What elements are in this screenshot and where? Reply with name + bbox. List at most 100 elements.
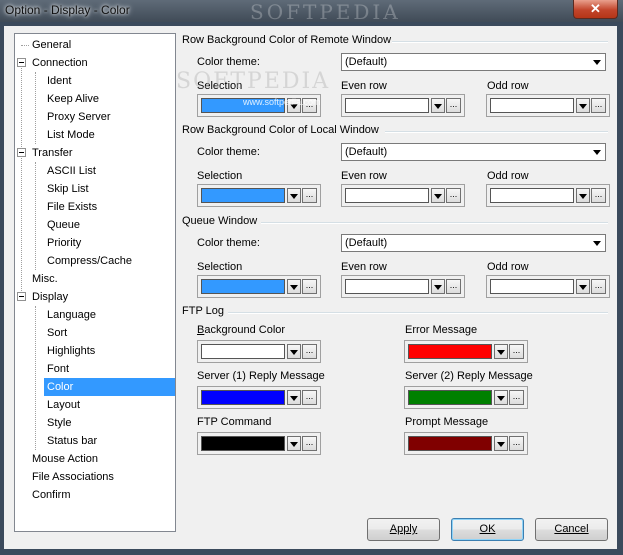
local-selection-color-picker[interactable]: ... xyxy=(197,184,321,207)
collapse-transfer-icon[interactable] xyxy=(17,148,26,157)
dropdown-arrow-icon[interactable] xyxy=(287,188,301,203)
server2-reply-color-picker[interactable]: ... xyxy=(404,386,528,409)
color-swatch[interactable] xyxy=(201,436,285,451)
tree-item-font[interactable]: Font xyxy=(44,360,72,378)
local-theme-select[interactable]: (Default) xyxy=(341,143,606,161)
tree-item-label: Language xyxy=(47,309,96,321)
title-bar[interactable]: Option - Display - Color SOFTPEDIA ✕ xyxy=(0,0,623,24)
tree-item-general[interactable]: General xyxy=(29,36,74,54)
dropdown-arrow-icon[interactable] xyxy=(287,279,301,294)
queue-odd-color-picker[interactable]: ... xyxy=(486,275,610,298)
tree-item-display[interactable]: Display xyxy=(29,288,71,306)
close-button[interactable]: ✕ xyxy=(573,0,618,19)
tree-item-color[interactable]: Color xyxy=(44,378,175,396)
tree-item-file-exists[interactable]: File Exists xyxy=(44,198,100,216)
dropdown-arrow-icon[interactable] xyxy=(494,344,508,359)
tree-item-ascii-list[interactable]: ASCII List xyxy=(44,162,99,180)
more-button[interactable]: ... xyxy=(446,188,461,203)
more-button[interactable]: ... xyxy=(302,279,317,294)
tree-item-confirm[interactable]: Confirm xyxy=(29,486,74,504)
options-tree[interactable]: General Connection Ident Keep Alive Prox… xyxy=(14,33,176,532)
dropdown-arrow-icon[interactable] xyxy=(431,188,445,203)
tree-item-style[interactable]: Style xyxy=(44,414,74,432)
tree-item-label: Font xyxy=(47,363,70,375)
color-swatch[interactable] xyxy=(490,98,574,113)
apply-button[interactable]: Apply xyxy=(367,518,440,541)
tree-item-highlights[interactable]: Highlights xyxy=(44,342,98,360)
tree-item-keep-alive[interactable]: Keep Alive xyxy=(44,90,102,108)
local-even-color-picker[interactable]: ... xyxy=(341,184,465,207)
tree-item-skip-list[interactable]: Skip List xyxy=(44,180,92,198)
server1-reply-color-picker[interactable]: ... xyxy=(197,386,321,409)
tree-item-proxy-server[interactable]: Proxy Server xyxy=(44,108,114,126)
tree-item-misc[interactable]: Misc. xyxy=(29,270,61,288)
tree-item-sort[interactable]: Sort xyxy=(44,324,70,342)
collapse-connection-icon[interactable] xyxy=(17,58,26,67)
tree-item-compress-cache[interactable]: Compress/Cache xyxy=(44,252,135,270)
collapse-display-icon[interactable] xyxy=(17,292,26,301)
queue-theme-select[interactable]: (Default) xyxy=(341,234,606,252)
color-swatch[interactable] xyxy=(345,279,429,294)
color-swatch[interactable] xyxy=(490,188,574,203)
queue-even-color-picker[interactable]: ... xyxy=(341,275,465,298)
more-button[interactable]: ... xyxy=(509,344,524,359)
ftp-command-color-picker[interactable]: ... xyxy=(197,432,321,455)
dropdown-arrow-icon[interactable] xyxy=(494,390,508,405)
color-swatch[interactable] xyxy=(408,344,492,359)
color-swatch[interactable] xyxy=(408,390,492,405)
queue-selection-color-picker[interactable]: ... xyxy=(197,275,321,298)
more-button[interactable]: ... xyxy=(302,436,317,451)
tree-item-language[interactable]: Language xyxy=(44,306,99,324)
more-button[interactable]: ... xyxy=(591,188,606,203)
color-swatch[interactable] xyxy=(345,188,429,203)
more-button[interactable]: ... xyxy=(509,436,524,451)
more-button[interactable]: ... xyxy=(302,390,317,405)
cancel-button[interactable]: Cancel xyxy=(535,518,608,541)
color-swatch[interactable] xyxy=(345,98,429,113)
dropdown-arrow-icon[interactable] xyxy=(287,344,301,359)
queue-selection-label: Selection xyxy=(197,261,243,273)
more-button[interactable]: ... xyxy=(302,344,317,359)
tree-item-mouse-action[interactable]: Mouse Action xyxy=(29,450,101,468)
tree-item-file-associations[interactable]: File Associations xyxy=(29,468,117,486)
prompt-message-color-picker[interactable]: ... xyxy=(404,432,528,455)
ok-button[interactable]: OK xyxy=(451,518,524,541)
more-button[interactable]: ... xyxy=(446,98,461,113)
color-swatch[interactable] xyxy=(201,344,285,359)
dropdown-arrow-icon[interactable] xyxy=(576,188,590,203)
dropdown-arrow-icon[interactable] xyxy=(431,279,445,294)
remote-theme-select[interactable]: (Default) xyxy=(341,53,606,71)
remote-odd-color-picker[interactable]: ... xyxy=(486,94,610,117)
local-odd-label: Odd row xyxy=(487,170,529,182)
color-swatch[interactable] xyxy=(201,279,285,294)
dropdown-arrow-icon[interactable] xyxy=(287,390,301,405)
more-button[interactable]: ... xyxy=(302,188,317,203)
tree-item-transfer[interactable]: Transfer xyxy=(29,144,76,162)
background-color-picker[interactable]: ... xyxy=(197,340,321,363)
tree-item-priority[interactable]: Priority xyxy=(44,234,84,252)
color-swatch[interactable] xyxy=(408,436,492,451)
tree-item-layout[interactable]: Layout xyxy=(44,396,83,414)
tree-item-queue[interactable]: Queue xyxy=(44,216,83,234)
dropdown-arrow-icon[interactable] xyxy=(576,279,590,294)
color-swatch[interactable] xyxy=(490,279,574,294)
dropdown-arrow-icon[interactable] xyxy=(431,98,445,113)
dropdown-arrow-icon[interactable] xyxy=(494,436,508,451)
more-button[interactable]: ... xyxy=(591,98,606,113)
more-button[interactable]: ... xyxy=(509,390,524,405)
tree-item-connection[interactable]: Connection xyxy=(29,54,91,72)
more-button[interactable]: ... xyxy=(591,279,606,294)
color-swatch[interactable] xyxy=(201,188,285,203)
local-odd-color-picker[interactable]: ... xyxy=(486,184,610,207)
chevron-down-icon xyxy=(593,150,601,155)
more-button[interactable]: ... xyxy=(446,279,461,294)
color-swatch[interactable] xyxy=(201,390,285,405)
remote-even-color-picker[interactable]: ... xyxy=(341,94,465,117)
apply-button-label: Apply xyxy=(389,523,418,535)
tree-item-list-mode[interactable]: List Mode xyxy=(44,126,98,144)
tree-item-status-bar[interactable]: Status bar xyxy=(44,432,100,450)
tree-item-ident[interactable]: Ident xyxy=(44,72,74,90)
error-message-color-picker[interactable]: ... xyxy=(404,340,528,363)
dropdown-arrow-icon[interactable] xyxy=(576,98,590,113)
dropdown-arrow-icon[interactable] xyxy=(287,436,301,451)
